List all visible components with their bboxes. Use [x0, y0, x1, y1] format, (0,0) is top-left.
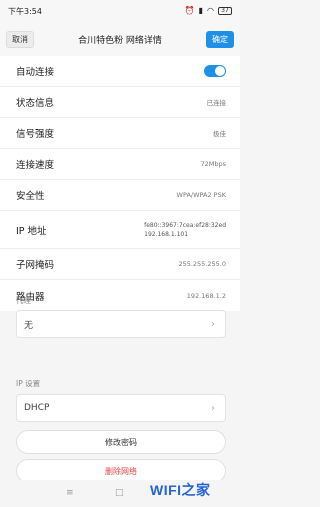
signal-icon: ▮ — [198, 6, 204, 15]
signal-label: 信号强度 — [16, 129, 55, 140]
status-icons: ⏰ ▮ ◠ 37 — [185, 7, 232, 15]
ip-label: IP 地址 — [16, 225, 47, 237]
page-title: 合川特色粉 网络详情 — [78, 35, 162, 46]
ipv4-value: 192.168.1.101 — [144, 230, 189, 238]
row-ip: IP 地址 fe80::3967:7cea:ef28:32ed 192.168.… — [0, 211, 240, 249]
subnet-value: 255.255.255.0 — [178, 260, 226, 268]
cancel-button[interactable]: 取消 — [6, 30, 34, 48]
security-label: 安全性 — [16, 191, 45, 202]
ip-settings-value: DHCP — [24, 403, 50, 413]
confirm-button[interactable]: 确定 — [206, 30, 234, 48]
row-speed: 连接速度 72Mbps — [0, 149, 240, 180]
watermark-logo: WIFI之家 — [150, 482, 211, 498]
wifi-icon: ◠ — [207, 6, 214, 15]
battery-icon: 37 — [218, 7, 232, 15]
menu-icon[interactable]: ≡ — [66, 488, 74, 498]
ip-settings-dropdown[interactable]: DHCP › — [16, 394, 226, 422]
row-security: 安全性 WPA/WPA2 PSK — [0, 180, 240, 211]
ip-values: fe80::3967:7cea:ef28:32ed 192.168.1.101 — [144, 221, 226, 239]
row-auto-connect: 自动连接 — [0, 56, 240, 87]
toggle-knob — [215, 66, 225, 76]
ip-settings-label: IP 设置 — [16, 379, 41, 388]
home-icon[interactable]: □ — [115, 488, 124, 498]
status-label: 状态信息 — [16, 98, 55, 109]
subnet-label: 子网掩码 — [16, 260, 55, 271]
row-subnet: 子网掩码 255.255.255.0 — [0, 249, 240, 280]
proxy-dropdown[interactable]: 无 › — [16, 310, 226, 338]
auto-connect-toggle[interactable] — [204, 65, 226, 77]
row-status: 状态信息 已连接 — [0, 87, 240, 118]
router-value: 192.168.1.2 — [186, 291, 226, 300]
speed-value: 72Mbps — [200, 160, 226, 168]
chevron-right-icon: › — [211, 318, 215, 330]
network-detail-list: 自动连接 状态信息 已连接 信号强度 极佳 连接速度 72Mbps 安全性 WP… — [0, 56, 240, 311]
row-signal: 信号强度 极佳 — [0, 118, 240, 149]
action-bar: 取消 合川特色粉 网络详情 确定 — [0, 22, 240, 56]
speed-label: 连接速度 — [16, 160, 55, 171]
proxy-label: 代理 — [16, 296, 31, 305]
change-password-button[interactable]: 修改密码 — [16, 430, 226, 454]
status-time: 下午3:54 — [8, 6, 42, 16]
chevron-right-icon: › — [211, 402, 215, 414]
proxy-value: 无 — [24, 320, 34, 331]
status-value: 已连接 — [206, 99, 227, 107]
auto-connect-label: 自动连接 — [16, 67, 55, 78]
alarm-icon: ⏰ — [184, 6, 195, 15]
security-value: WPA/WPA2 PSK — [176, 191, 226, 199]
status-bar: 下午3:54 ⏰ ▮ ◠ 37 — [0, 0, 240, 22]
ipv6-value: fe80::3967:7cea:ef28:32ed — [144, 221, 226, 229]
signal-value: 极佳 — [213, 130, 226, 138]
row-router: 路由器 192.168.1.2 — [0, 280, 240, 311]
